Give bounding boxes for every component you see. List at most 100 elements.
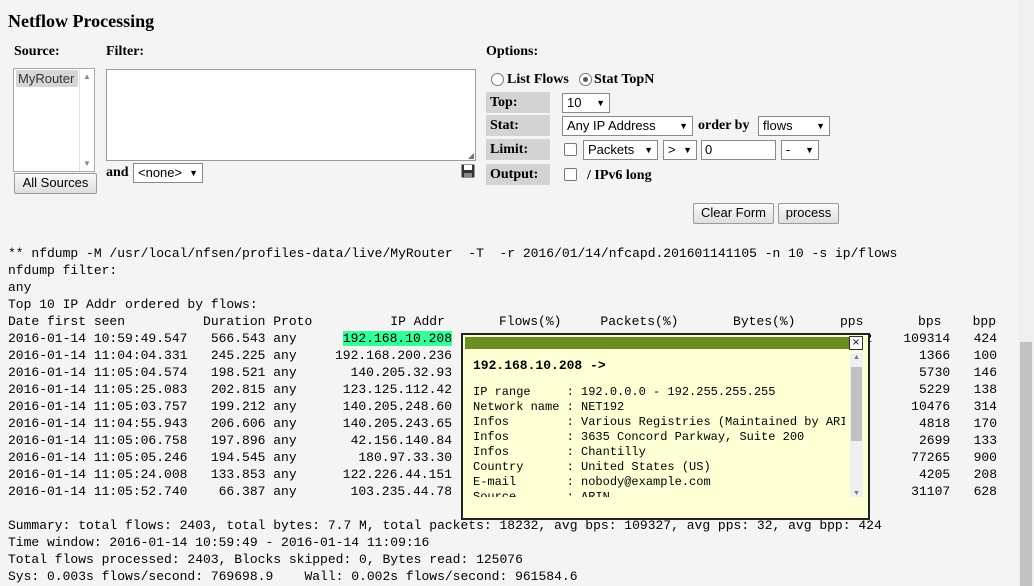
ipv6-long-label: / IPv6 long xyxy=(587,168,652,183)
table-row-right: 4205 208 xyxy=(918,467,997,482)
popup-scroll-thumb[interactable] xyxy=(851,367,862,441)
table-header-mid: Flows(%) Packets(%) Bytes(%) xyxy=(460,314,796,329)
ip-address-cell[interactable]: 192.168.10.208 xyxy=(342,331,452,346)
table-row-left: 2016-01-14 11:05:24.008 133.853 any xyxy=(8,467,297,482)
close-icon[interactable]: × xyxy=(849,336,863,350)
popup-title-bar[interactable] xyxy=(465,337,850,349)
and-filter-value: <none> xyxy=(138,165,183,180)
limit-unit-select[interactable]: Packets ▼ xyxy=(583,140,658,160)
page-title: Netflow Processing xyxy=(8,11,155,31)
limit-checkbox[interactable] xyxy=(564,143,577,156)
limit-scale-value: - xyxy=(786,142,791,157)
scroll-down-icon[interactable]: ▼ xyxy=(853,489,860,497)
ipv6-long-checkbox[interactable] xyxy=(564,168,577,181)
limit-value-input[interactable]: 0 xyxy=(701,140,776,160)
limit-label: Limit: xyxy=(486,139,550,160)
popup-title: 192.168.10.208 -> xyxy=(473,358,606,373)
ip-address-cell[interactable]: 42.156.140.84 xyxy=(351,433,452,448)
ip-address-cell[interactable]: 192.168.200.236 xyxy=(335,348,452,363)
total-processed-line: Total flows processed: 2403, Blocks skip… xyxy=(8,552,523,567)
table-row-right: 4818 170 xyxy=(918,416,997,431)
ip-address-cell[interactable]: 103.235.44.78 xyxy=(351,484,452,499)
page-scrollbar[interactable] xyxy=(1018,0,1034,586)
table-row-left: 2016-01-14 11:04:55.943 206.606 any xyxy=(8,416,297,431)
top-label: Top: xyxy=(486,92,550,113)
source-list[interactable]: MyRouter ▲ ▼ xyxy=(13,68,95,172)
ip-address-cell[interactable]: 140.205.248.60 xyxy=(343,399,452,414)
stat-select[interactable]: Any IP Address ▼ xyxy=(562,116,693,136)
source-scrollbar[interactable]: ▲ ▼ xyxy=(79,69,94,171)
chevron-down-icon: ▼ xyxy=(644,145,653,155)
table-row-left: 2016-01-14 11:05:52.740 66.387 any xyxy=(8,484,297,499)
chevron-down-icon: ▼ xyxy=(679,121,688,131)
limit-operator-value: > xyxy=(668,142,676,157)
ip-lookup-popup: × 192.168.10.208 -> IP range : 192.0.0.0… xyxy=(461,333,870,520)
top-heading: Top 10 IP Addr ordered by flows: xyxy=(8,297,258,312)
ip-address-cell[interactable]: 122.226.44.151 xyxy=(343,467,452,482)
stat-topn-radio[interactable] xyxy=(579,73,592,86)
table-row-left: 2016-01-14 11:04:04.331 245.225 any xyxy=(8,348,297,363)
table-row-left: 2016-01-14 11:05:03.757 199.212 any xyxy=(8,399,297,414)
source-item-myrouter[interactable]: MyRouter xyxy=(16,70,78,87)
table-row-right: 10476 314 xyxy=(911,399,997,414)
popup-line: Network name : NET192 xyxy=(473,400,625,414)
table-row-left: 2016-01-14 11:05:06.758 197.896 any xyxy=(8,433,297,448)
table-header-left: Date first seen Duration Proto IP Addr xyxy=(8,314,445,329)
order-by-select[interactable]: flows ▼ xyxy=(758,116,830,136)
and-filter-select[interactable]: <none> ▼ xyxy=(133,163,203,183)
table-row-right: 5229 138 xyxy=(918,382,997,397)
table-row-right: 31107 628 xyxy=(911,484,997,499)
limit-operator-select[interactable]: > ▼ xyxy=(663,140,697,160)
table-row-right: 1366 100 xyxy=(918,348,997,363)
page-scroll-thumb[interactable] xyxy=(1020,342,1032,586)
process-button[interactable]: process xyxy=(778,203,839,224)
table-row-left: 2016-01-14 11:05:25.083 202.815 any xyxy=(8,382,297,397)
stat-value: Any IP Address xyxy=(567,118,656,133)
order-by-label: order by xyxy=(698,118,750,133)
clear-form-button[interactable]: Clear Form xyxy=(693,203,774,224)
save-filter-icon[interactable] xyxy=(461,164,475,178)
ip-address-cell[interactable]: 180.97.33.30 xyxy=(358,450,452,465)
popup-content: IP range : 192.0.0.0 - 192.255.255.255 Ne… xyxy=(473,385,845,497)
popup-line: Infos : 3635 Concord Parkway, Suite 200 xyxy=(473,430,805,444)
stat-label: Stat: xyxy=(486,115,550,136)
chevron-down-icon: ▼ xyxy=(596,98,605,108)
table-row-left: 2016-01-14 10:59:49.547 566.543 any xyxy=(8,331,297,346)
list-flows-label: List Flows xyxy=(507,72,569,87)
order-by-value: flows xyxy=(763,118,793,133)
ip-address-cell[interactable]: 123.125.112.42 xyxy=(343,382,452,397)
scroll-up-icon[interactable]: ▲ xyxy=(853,353,860,361)
table-row-left: 2016-01-14 11:05:05.246 194.545 any xyxy=(8,450,297,465)
table-row-right: 77265 900 xyxy=(911,450,997,465)
limit-scale-select[interactable]: - ▼ xyxy=(781,140,819,160)
table-row-left: 2016-01-14 11:05:04.574 198.521 any xyxy=(8,365,297,380)
chevron-down-icon: ▼ xyxy=(683,145,692,155)
top-value: 10 xyxy=(567,95,582,110)
scroll-down-icon[interactable]: ▼ xyxy=(83,159,91,168)
popup-scrollbar[interactable]: ▲ ▼ xyxy=(850,353,863,497)
and-label: and xyxy=(106,165,129,180)
chevron-down-icon: ▼ xyxy=(805,145,814,155)
table-header-right: pps bps bpp xyxy=(840,314,997,329)
scroll-up-icon[interactable]: ▲ xyxy=(83,72,91,81)
table-row-right: 2699 133 xyxy=(918,433,997,448)
all-sources-button[interactable]: All Sources xyxy=(14,173,97,194)
popup-line: IP range : 192.0.0.0 - 192.255.255.255 xyxy=(473,385,776,399)
list-flows-radio[interactable] xyxy=(491,73,504,86)
command-line: ** nfdump -M /usr/local/nfsen/profiles-d… xyxy=(8,246,898,261)
filter-textarea[interactable]: ◢ xyxy=(106,69,476,161)
table-row-right: 2 109314 424 xyxy=(864,331,997,346)
ip-address-cell[interactable]: 140.205.243.65 xyxy=(343,416,452,431)
sys-wall-line: Sys: 0.003s flows/second: 769698.9 Wall:… xyxy=(8,569,578,584)
time-window-line: Time window: 2016-01-14 10:59:49 - 2016-… xyxy=(8,535,430,550)
top-select[interactable]: 10 ▼ xyxy=(562,93,610,113)
ip-address-cell[interactable]: 140.205.32.93 xyxy=(351,365,452,380)
popup-line: Infos : Various Registries (Maintained b… xyxy=(473,415,845,429)
source-label: Source: xyxy=(14,44,60,59)
stat-topn-label: Stat TopN xyxy=(594,72,655,87)
resize-grip-icon[interactable]: ◢ xyxy=(468,151,474,160)
popup-line: E-mail : nobody@example.com xyxy=(473,475,711,489)
limit-unit-value: Packets xyxy=(588,142,635,157)
popup-line: Source : ARIN xyxy=(473,490,610,497)
chevron-down-icon: ▼ xyxy=(189,168,198,178)
